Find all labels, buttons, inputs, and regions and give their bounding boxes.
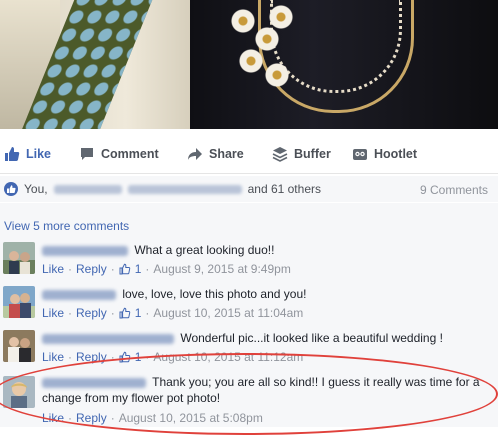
- post-action-bar: Like Comment Share Buffer Hootlet: [0, 139, 498, 171]
- comment-meta: Like · Reply · August 10, 2015 at 5:08pm: [42, 411, 263, 425]
- blurred-name: [127, 184, 242, 194]
- comment-like-count[interactable]: 1: [135, 350, 142, 364]
- comment-body: What a great looking duo!!: [42, 242, 492, 258]
- share-label: Share: [209, 147, 244, 161]
- likes-summary-left[interactable]: You, and 61 others: [4, 182, 321, 196]
- comment-reply-link[interactable]: Reply: [76, 350, 107, 364]
- comment-like-count[interactable]: 1: [135, 306, 142, 320]
- thumbs-up-icon: [5, 147, 20, 161]
- likes-summary: You, and 61 others 9 Comments: [0, 176, 498, 202]
- comment-text: Wonderful pic...it looked like a beautif…: [180, 331, 443, 345]
- comment-meta: Like · Reply · 1 · August 10, 2015 at 11…: [42, 350, 304, 364]
- likes-prefix: You,: [24, 182, 48, 196]
- view-more-comments-link[interactable]: View 5 more comments: [4, 219, 129, 233]
- thumbs-up-icon: [119, 307, 130, 319]
- comment-reply-link[interactable]: Reply: [76, 411, 107, 425]
- like-label: Like: [26, 147, 52, 161]
- comment-like-link[interactable]: Like: [42, 411, 64, 425]
- comment-meta: Like · Reply · 1 · August 9, 2015 at 9:4…: [42, 262, 291, 276]
- comment-timestamp[interactable]: August 9, 2015 at 9:49pm: [153, 262, 290, 276]
- comment-icon: [81, 148, 93, 160]
- comment-meta: Like · Reply · 1 · August 10, 2015 at 11…: [42, 306, 304, 320]
- share-arrow-icon: [188, 148, 202, 160]
- comment-reply-link[interactable]: Reply: [76, 262, 107, 276]
- buffer-button[interactable]: Buffer: [272, 146, 331, 162]
- comment-like-link[interactable]: Like: [42, 306, 64, 320]
- thumbs-up-icon: [119, 351, 130, 363]
- commenter-name[interactable]: [42, 377, 146, 388]
- owl-icon: [353, 149, 367, 160]
- comment-like-count[interactable]: 1: [135, 262, 142, 276]
- hootlet-button[interactable]: Hootlet: [352, 146, 417, 162]
- comment-label: Comment: [101, 147, 159, 161]
- comments-count[interactable]: 9 Comments: [420, 183, 488, 197]
- likes-suffix: and 61 others: [247, 182, 321, 196]
- comment-like-link[interactable]: Like: [42, 350, 64, 364]
- avatar[interactable]: [3, 286, 35, 318]
- comment-reply-link[interactable]: Reply: [76, 306, 107, 320]
- comment-timestamp[interactable]: August 10, 2015 at 11:12am: [153, 350, 303, 364]
- buffer-label: Buffer: [294, 147, 331, 161]
- avatar[interactable]: [3, 330, 35, 362]
- avatar[interactable]: [3, 242, 35, 274]
- comment-body: Wonderful pic...it looked like a beautif…: [42, 330, 492, 346]
- comment-body: Thank you; you are all so kind!! I guess…: [42, 374, 492, 406]
- avatar[interactable]: [3, 376, 35, 408]
- like-reaction-icon: [4, 182, 18, 196]
- commenter-name[interactable]: [42, 333, 174, 344]
- commenter-name[interactable]: [42, 245, 128, 256]
- comment-text: love, love, love this photo and you!: [122, 287, 307, 301]
- hootlet-label: Hootlet: [374, 147, 418, 161]
- share-button[interactable]: Share: [187, 146, 244, 162]
- comment-timestamp[interactable]: August 10, 2015 at 5:08pm: [119, 411, 263, 425]
- photo-flower: [262, 60, 292, 90]
- comment-body: love, love, love this photo and you!: [42, 286, 492, 302]
- blurred-name: [53, 184, 122, 194]
- like-button[interactable]: Like: [4, 146, 51, 162]
- comment-text: What a great looking duo!!: [134, 243, 275, 257]
- thumbs-up-icon: [119, 263, 130, 275]
- comment-timestamp[interactable]: August 10, 2015 at 11:04am: [153, 306, 303, 320]
- divider: [0, 173, 498, 174]
- post-photo[interactable]: [0, 0, 498, 129]
- photo-flower: [266, 2, 296, 32]
- buffer-stack-icon: [272, 147, 288, 162]
- comment-button[interactable]: Comment: [79, 146, 159, 162]
- commenter-name[interactable]: [42, 289, 116, 300]
- comment-like-link[interactable]: Like: [42, 262, 64, 276]
